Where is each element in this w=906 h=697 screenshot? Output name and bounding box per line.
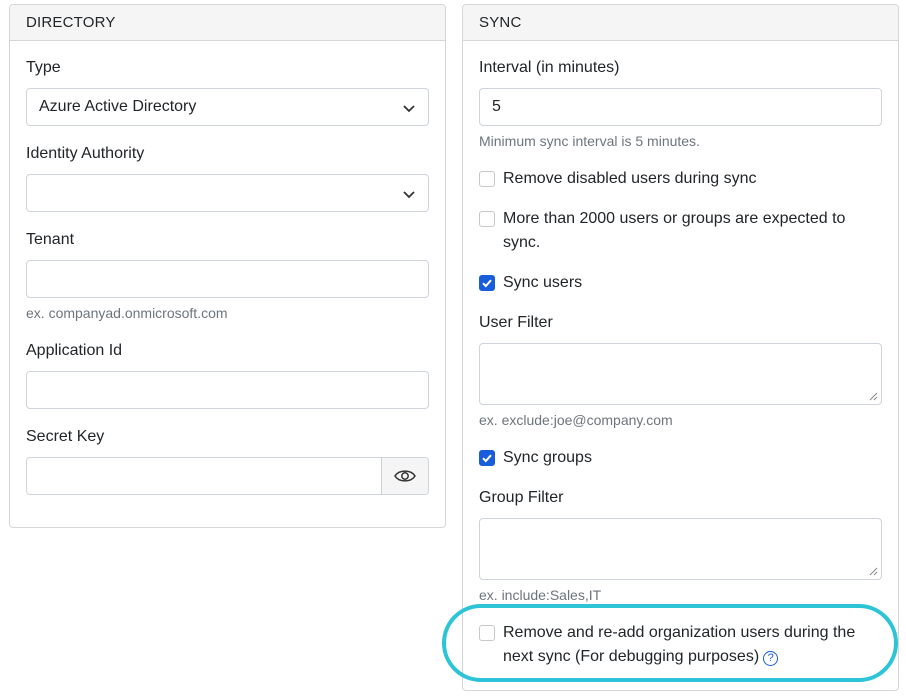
tenant-input[interactable] bbox=[26, 260, 429, 298]
directory-card-header: DIRECTORY bbox=[10, 5, 445, 41]
sync-users-label[interactable]: Sync users bbox=[503, 271, 582, 295]
remove-disabled-checkbox[interactable] bbox=[479, 171, 495, 187]
type-select-value: Azure Active Directory bbox=[39, 98, 196, 116]
type-select[interactable]: Azure Active Directory bbox=[26, 88, 429, 126]
chevron-down-icon bbox=[402, 187, 416, 201]
secret-key-input[interactable] bbox=[26, 457, 429, 495]
identity-authority-label: Identity Authority bbox=[26, 145, 144, 163]
eye-icon bbox=[394, 468, 416, 484]
resize-handle-icon[interactable] bbox=[869, 567, 878, 576]
check-icon bbox=[481, 277, 493, 289]
sync-users-checkbox[interactable] bbox=[479, 275, 495, 291]
resize-handle-icon[interactable] bbox=[869, 392, 878, 401]
tenant-hint: ex. companyad.onmicrosoft.com bbox=[26, 305, 228, 321]
interval-hint: Minimum sync interval is 5 minutes. bbox=[479, 133, 700, 149]
user-filter-textarea[interactable] bbox=[479, 343, 882, 405]
application-id-label: Application Id bbox=[26, 342, 122, 360]
sync-groups-label[interactable]: Sync groups bbox=[503, 446, 592, 470]
group-filter-textarea[interactable] bbox=[479, 518, 882, 580]
sync-card-header: SYNC bbox=[463, 5, 898, 41]
remove-disabled-label[interactable]: Remove disabled users during sync bbox=[503, 167, 756, 191]
chevron-down-icon bbox=[402, 101, 416, 115]
group-filter-label: Group Filter bbox=[479, 489, 563, 507]
interval-input-value: 5 bbox=[492, 98, 501, 116]
large-import-label-line2[interactable]: sync. bbox=[503, 231, 540, 255]
identity-authority-select[interactable] bbox=[26, 174, 429, 212]
user-filter-label: User Filter bbox=[479, 314, 553, 332]
tenant-label: Tenant bbox=[26, 231, 74, 249]
interval-input[interactable]: 5 bbox=[479, 88, 882, 126]
user-filter-hint: ex. exclude:joe@company.com bbox=[479, 412, 673, 428]
toggle-secret-visibility-button[interactable] bbox=[381, 458, 428, 494]
type-label: Type bbox=[26, 59, 61, 77]
sync-groups-checkbox[interactable] bbox=[479, 450, 495, 466]
check-icon bbox=[481, 452, 493, 464]
interval-label: Interval (in minutes) bbox=[479, 59, 620, 77]
group-filter-hint: ex. include:Sales,IT bbox=[479, 587, 601, 603]
highlight-annotation bbox=[442, 604, 898, 682]
application-id-input[interactable] bbox=[26, 371, 429, 409]
large-import-checkbox[interactable] bbox=[479, 211, 495, 227]
secret-key-label: Secret Key bbox=[26, 428, 104, 446]
large-import-label-line1[interactable]: More than 2000 users or groups are expec… bbox=[503, 207, 845, 231]
